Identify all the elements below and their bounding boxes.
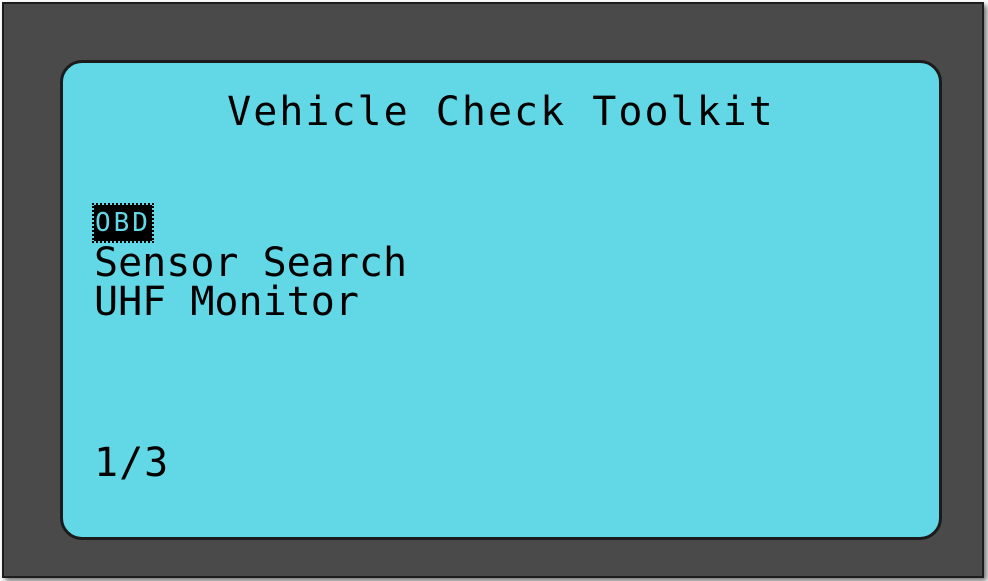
menu-item-obd[interactable]: OBD xyxy=(92,203,407,244)
menu-item-sensor-search[interactable]: Sensor Search xyxy=(94,243,407,283)
page-indicator: 1/3 xyxy=(94,440,170,486)
lcd-screen: Vehicle Check Toolkit OBD Sensor Search … xyxy=(60,60,942,540)
screen-title: Vehicle Check Toolkit xyxy=(227,89,775,135)
device-bezel: Vehicle Check Toolkit OBD Sensor Search … xyxy=(2,2,984,578)
menu-item-label: OBD xyxy=(92,203,154,243)
main-menu: OBD Sensor Search UHF Monitor xyxy=(92,203,407,322)
menu-item-uhf-monitor[interactable]: UHF Monitor xyxy=(94,282,407,322)
